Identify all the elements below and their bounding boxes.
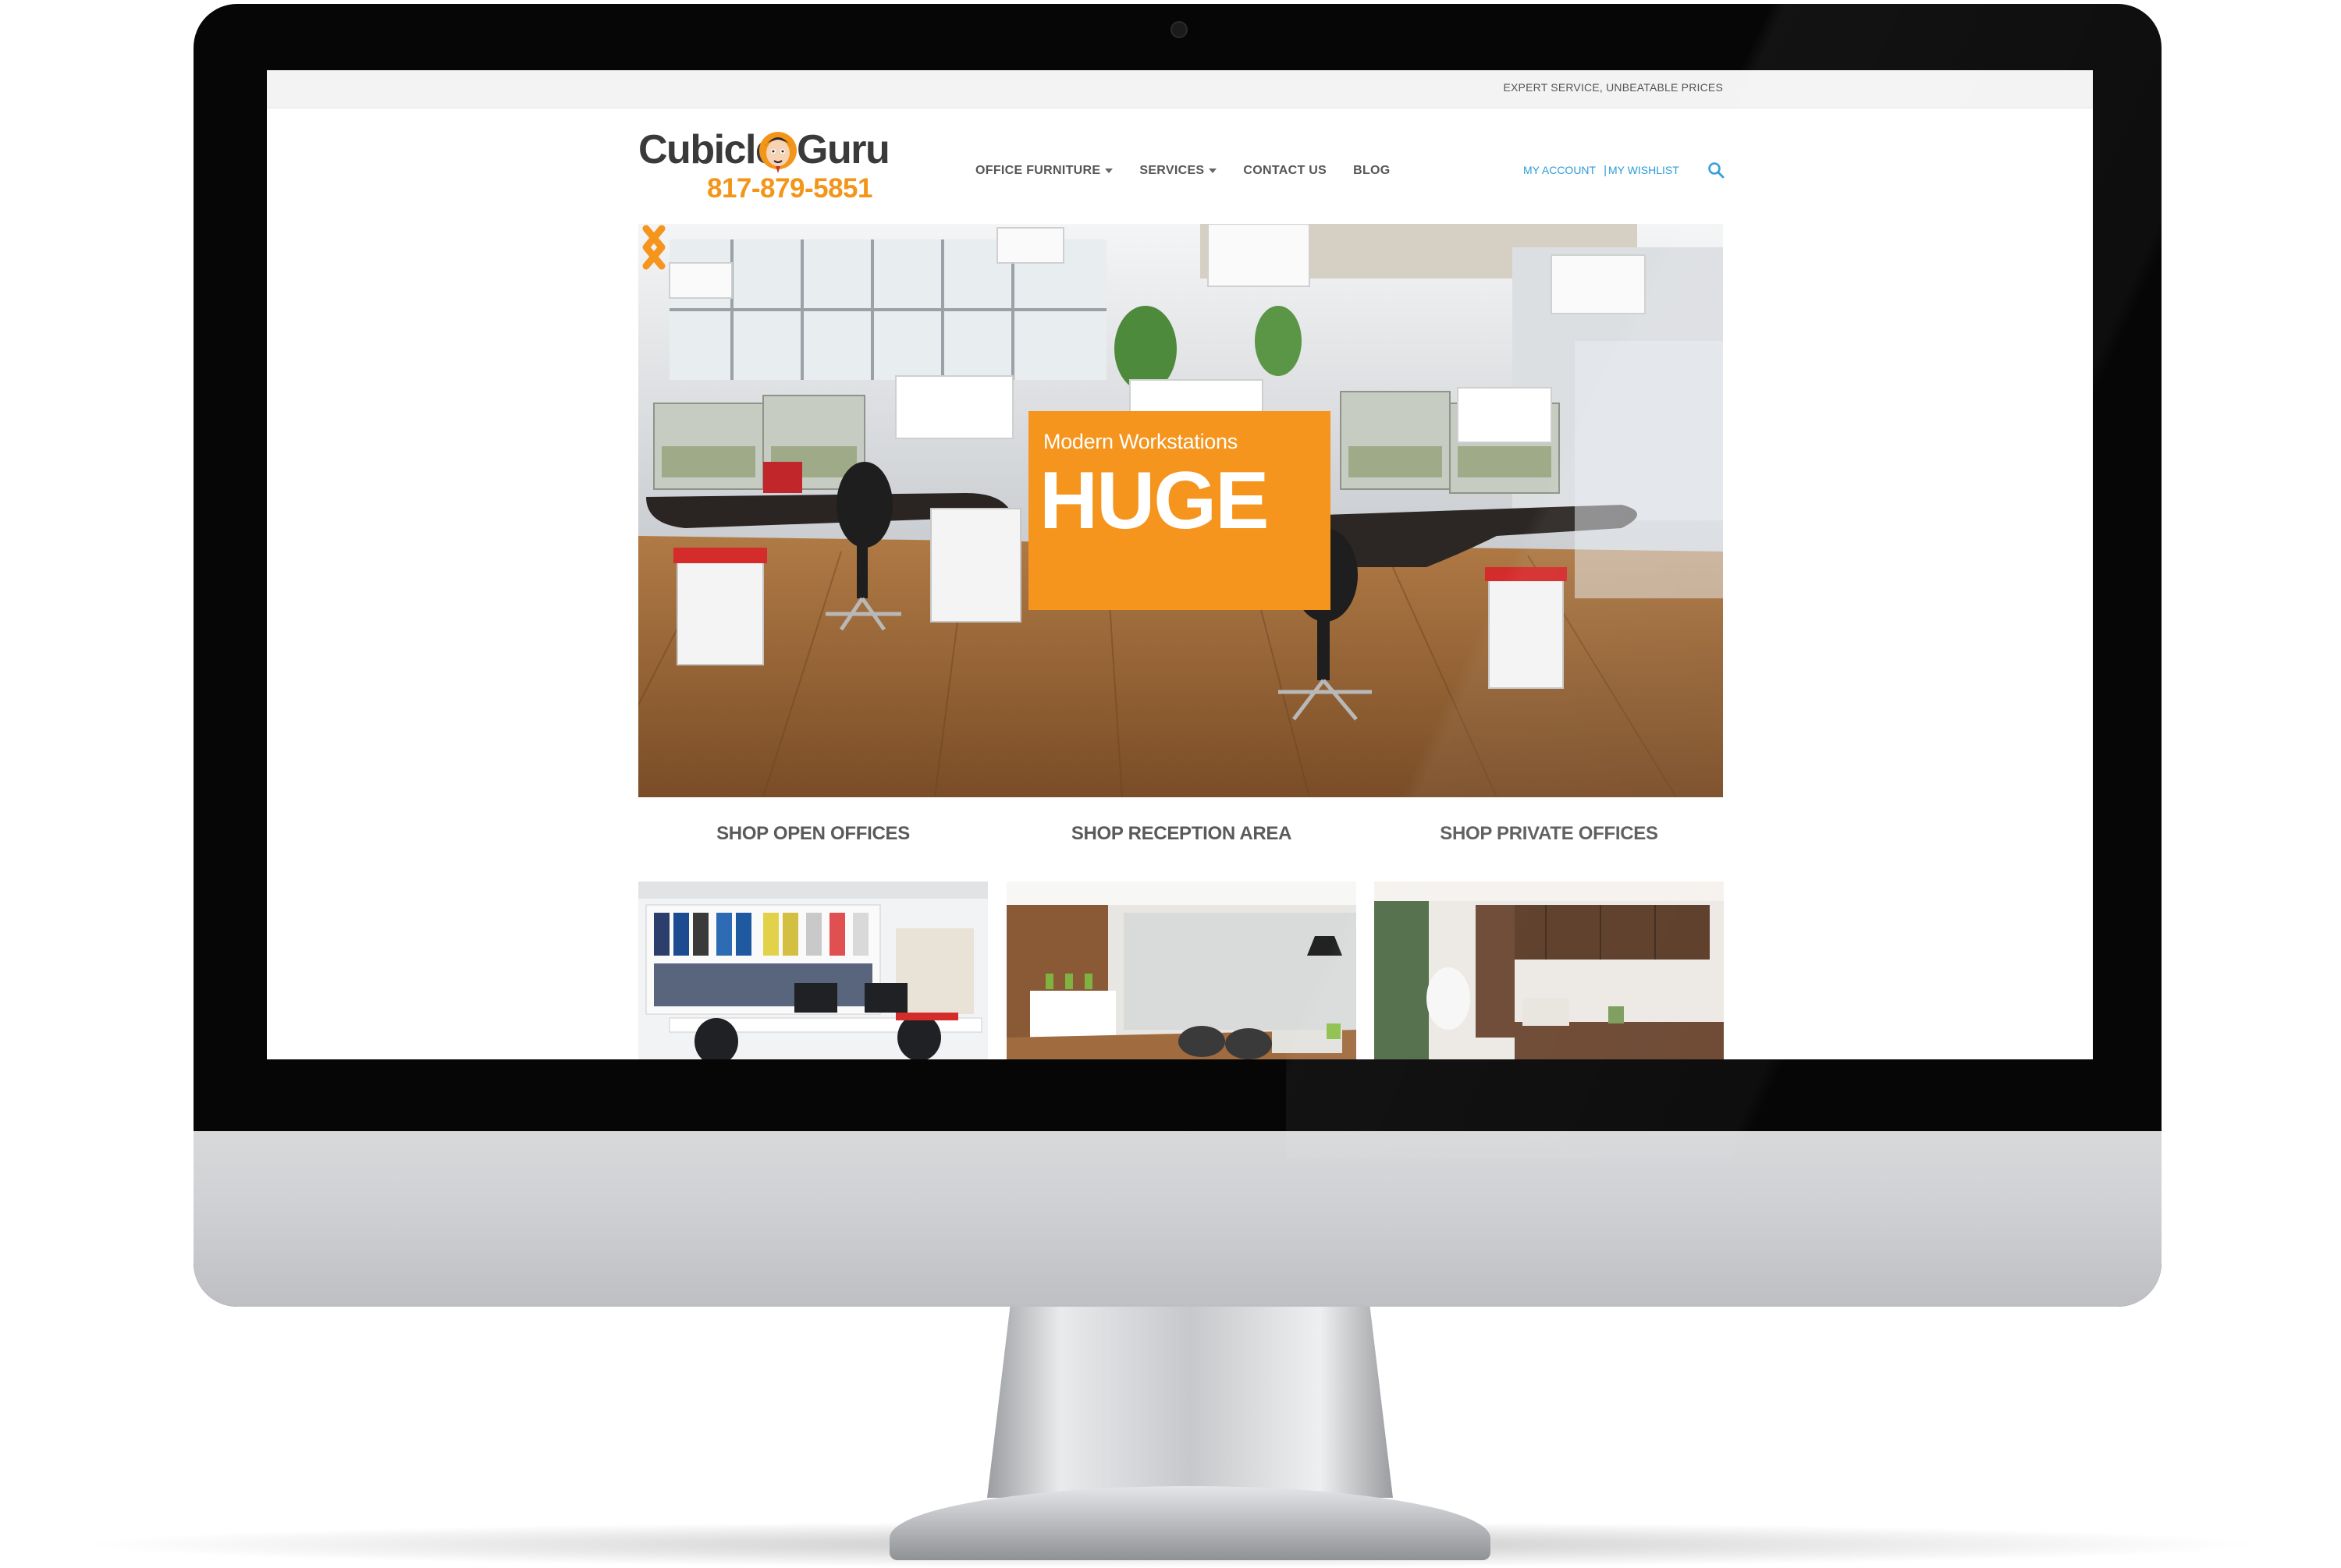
top-bar: EXPERT SERVICE, UNBEATABLE PRICES <box>267 70 2093 108</box>
category-open-offices[interactable]: SHOP OPEN OFFICES <box>638 823 988 1059</box>
nav-label: BLOG <box>1353 164 1391 177</box>
nav-label: OFFICE FURNITURE <box>975 164 1101 177</box>
nav-label: CONTACT US <box>1243 164 1327 177</box>
category-private-offices[interactable]: SHOP PRIVATE OFFICES <box>1374 823 1724 1059</box>
hero-slider[interactable]: Modern Workstations HUGE <box>638 224 1723 797</box>
browser-viewport: EXPERT SERVICE, UNBEATABLE PRICES Cubicl… <box>267 70 2093 1059</box>
nav-blog[interactable]: BLOG <box>1353 164 1390 178</box>
chevron-right-icon[interactable] <box>638 224 670 271</box>
main-nav: OFFICE FURNITURE SERVICES CONTACT US BLO… <box>975 164 1391 178</box>
reception-area-image[interactable] <box>1007 882 1356 1059</box>
promo-title: HUGE <box>1039 456 1269 546</box>
phone-number[interactable]: 817-879-5851 <box>707 173 872 204</box>
monitor-chin <box>194 1131 2162 1307</box>
monitor-stand-base <box>890 1486 1490 1560</box>
link-separator: | <box>1604 163 1607 177</box>
search-icon[interactable] <box>1707 161 1725 179</box>
category-title[interactable]: SHOP OPEN OFFICES <box>638 823 988 845</box>
category-title[interactable]: SHOP RECEPTION AREA <box>1007 823 1356 845</box>
nav-office-furniture[interactable]: OFFICE FURNITURE <box>975 164 1114 178</box>
logo-text-guru: Guru <box>797 127 890 172</box>
private-offices-image[interactable] <box>1374 882 1724 1059</box>
nav-services[interactable]: SERVICES <box>1139 164 1217 178</box>
open-offices-image[interactable] <box>638 882 988 1059</box>
monitor-frame: EXPERT SERVICE, UNBEATABLE PRICES Cubicl… <box>194 4 2162 1307</box>
nav-contact-us[interactable]: CONTACT US <box>1243 164 1327 178</box>
category-reception-area[interactable]: SHOP RECEPTION AREA <box>1007 823 1356 1059</box>
camera-icon <box>1170 21 1188 38</box>
nav-label: SERVICES <box>1139 164 1205 177</box>
promo-subtitle: Modern Workstations <box>1043 430 1238 453</box>
category-title[interactable]: SHOP PRIVATE OFFICES <box>1374 823 1724 845</box>
my-account-link[interactable]: MY ACCOUNT <box>1523 164 1596 176</box>
promo-banner[interactable]: Modern Workstations HUGE <box>1028 411 1330 610</box>
caret-down-icon <box>1105 169 1114 173</box>
guru-mascot-icon <box>759 132 797 173</box>
my-wishlist-link[interactable]: MY WISHLIST <box>1608 164 1679 176</box>
caret-down-icon <box>1209 169 1217 173</box>
monitor-stand <box>987 1295 1393 1498</box>
logo-text-cubicle: Cubicle <box>638 127 778 172</box>
tagline: EXPERT SERVICE, UNBEATABLE PRICES <box>1503 81 1723 94</box>
account-links: MY ACCOUNT | MY WISHLIST <box>1523 161 1725 179</box>
site-logo[interactable]: Cubicle Guru 817-879-5851 <box>638 126 890 212</box>
